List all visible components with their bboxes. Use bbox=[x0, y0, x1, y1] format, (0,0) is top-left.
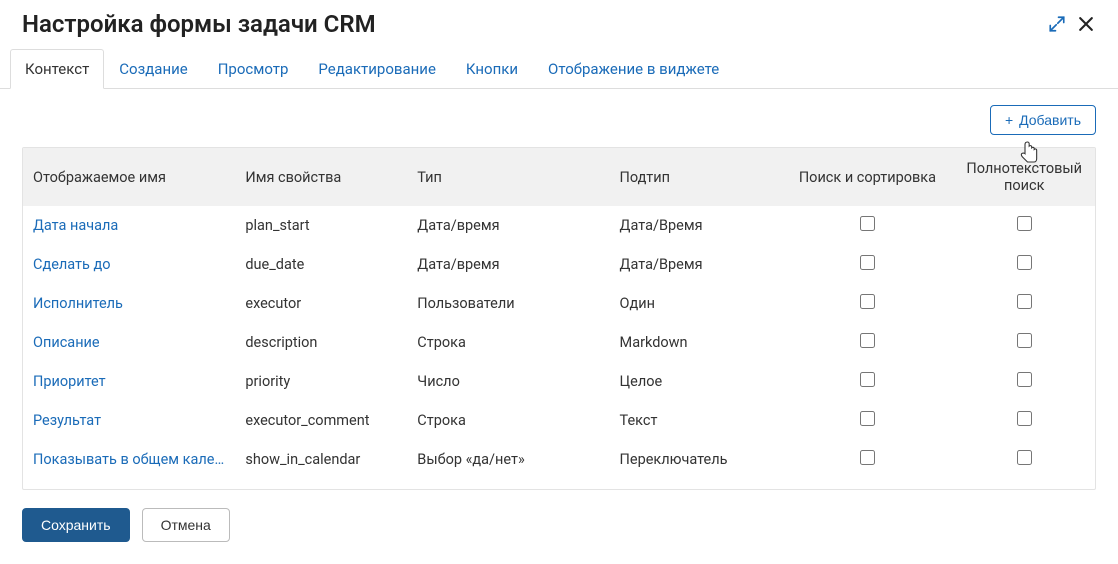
tab-3[interactable]: Редактирование bbox=[303, 49, 451, 89]
fields-table: Отображаемое имя Имя свойства Тип Подтип… bbox=[23, 148, 1095, 479]
row-property-name: due_date bbox=[235, 245, 407, 284]
row-search-cell bbox=[781, 323, 953, 362]
col-type[interactable]: Тип bbox=[407, 148, 609, 206]
search-checkbox[interactable] bbox=[860, 294, 875, 309]
row-display-name[interactable]: Дата начала bbox=[23, 206, 235, 245]
search-checkbox[interactable] bbox=[860, 216, 875, 231]
row-subtype: Один bbox=[610, 284, 782, 323]
row-type: Строка bbox=[407, 401, 609, 440]
modal-header: Настройка формы задачи CRM bbox=[0, 0, 1118, 38]
row-subtype: Дата/Время bbox=[610, 206, 782, 245]
row-fulltext-cell bbox=[953, 323, 1095, 362]
row-fulltext-cell bbox=[953, 206, 1095, 245]
row-type: Дата/время bbox=[407, 245, 609, 284]
expand-icon[interactable] bbox=[1048, 15, 1066, 33]
fulltext-checkbox[interactable] bbox=[1017, 333, 1032, 348]
row-fulltext-cell bbox=[953, 440, 1095, 479]
col-search[interactable]: Поиск и сортировка bbox=[781, 148, 953, 206]
col-prop[interactable]: Имя свойства bbox=[235, 148, 407, 206]
search-checkbox[interactable] bbox=[860, 450, 875, 465]
row-property-name: description bbox=[235, 323, 407, 362]
fulltext-checkbox[interactable] bbox=[1017, 216, 1032, 231]
cancel-button[interactable]: Отмена bbox=[142, 508, 230, 542]
header-controls bbox=[1048, 14, 1096, 34]
row-type: Число bbox=[407, 362, 609, 401]
table-row: Результатexecutor_commentСтрокаТекст bbox=[23, 401, 1095, 440]
row-search-cell bbox=[781, 245, 953, 284]
search-checkbox[interactable] bbox=[860, 372, 875, 387]
row-property-name: priority bbox=[235, 362, 407, 401]
fields-table-scroll[interactable]: Отображаемое имя Имя свойства Тип Подтип… bbox=[23, 148, 1095, 489]
fulltext-checkbox[interactable] bbox=[1017, 450, 1032, 465]
table-header-row: Отображаемое имя Имя свойства Тип Подтип… bbox=[23, 148, 1095, 206]
save-button[interactable]: Сохранить bbox=[22, 508, 130, 542]
table-row: Сделать доdue_dateДата/времяДата/Время bbox=[23, 245, 1095, 284]
fulltext-checkbox[interactable] bbox=[1017, 294, 1032, 309]
row-display-name[interactable]: Показывать в общем кален... bbox=[23, 440, 235, 479]
fulltext-checkbox[interactable] bbox=[1017, 411, 1032, 426]
close-icon[interactable] bbox=[1076, 14, 1096, 34]
modal-title: Настройка формы задачи CRM bbox=[22, 10, 376, 38]
row-search-cell bbox=[781, 440, 953, 479]
table-row: ИсполнительexecutorПользователиОдин bbox=[23, 284, 1095, 323]
row-subtype: Дата/Время bbox=[610, 245, 782, 284]
tab-1[interactable]: Создание bbox=[104, 49, 202, 89]
content-toolbar: + Добавить bbox=[22, 105, 1096, 135]
col-subtype[interactable]: Подтип bbox=[610, 148, 782, 206]
row-fulltext-cell bbox=[953, 284, 1095, 323]
row-display-name[interactable]: Исполнитель bbox=[23, 284, 235, 323]
row-display-name[interactable]: Результат bbox=[23, 401, 235, 440]
table-row: ПриоритетpriorityЧислоЦелое bbox=[23, 362, 1095, 401]
row-search-cell bbox=[781, 206, 953, 245]
plus-icon: + bbox=[1005, 113, 1013, 127]
col-fulltext[interactable]: Полнотекстовый поиск bbox=[953, 148, 1095, 206]
row-fulltext-cell bbox=[953, 401, 1095, 440]
row-property-name: executor bbox=[235, 284, 407, 323]
row-subtype: Markdown bbox=[610, 323, 782, 362]
row-subtype: Целое bbox=[610, 362, 782, 401]
row-property-name: executor_comment bbox=[235, 401, 407, 440]
tab-0[interactable]: Контекст bbox=[10, 49, 104, 89]
modal-footer: Сохранить Отмена bbox=[0, 490, 1118, 564]
tab-content: + Добавить Отображаемое имя Имя свойства… bbox=[0, 89, 1118, 490]
fulltext-checkbox[interactable] bbox=[1017, 372, 1032, 387]
settings-modal: Настройка формы задачи CRM КонтекстСозда… bbox=[0, 0, 1118, 564]
row-fulltext-cell bbox=[953, 362, 1095, 401]
row-display-name[interactable]: Сделать до bbox=[23, 245, 235, 284]
row-type: Выбор «да/нет» bbox=[407, 440, 609, 479]
row-type: Дата/время bbox=[407, 206, 609, 245]
row-property-name: plan_start bbox=[235, 206, 407, 245]
fulltext-checkbox[interactable] bbox=[1017, 255, 1032, 270]
row-search-cell bbox=[781, 401, 953, 440]
row-display-name[interactable]: Приоритет bbox=[23, 362, 235, 401]
fields-table-wrap: Отображаемое имя Имя свойства Тип Подтип… bbox=[22, 147, 1096, 490]
row-subtype: Текст bbox=[610, 401, 782, 440]
row-type: Пользователи bbox=[407, 284, 609, 323]
row-search-cell bbox=[781, 362, 953, 401]
row-property-name: show_in_calendar bbox=[235, 440, 407, 479]
table-row: Дата началаplan_startДата/времяДата/Врем… bbox=[23, 206, 1095, 245]
row-search-cell bbox=[781, 284, 953, 323]
search-checkbox[interactable] bbox=[860, 411, 875, 426]
search-checkbox[interactable] bbox=[860, 333, 875, 348]
col-display[interactable]: Отображаемое имя bbox=[23, 148, 235, 206]
tab-5[interactable]: Отображение в виджете bbox=[533, 49, 734, 89]
table-row: Показывать в общем кален...show_in_calen… bbox=[23, 440, 1095, 479]
tabs: КонтекстСозданиеПросмотрРедактированиеКн… bbox=[0, 38, 1118, 89]
tab-4[interactable]: Кнопки bbox=[451, 49, 533, 89]
search-checkbox[interactable] bbox=[860, 255, 875, 270]
row-fulltext-cell bbox=[953, 245, 1095, 284]
row-subtype: Переключатель bbox=[610, 440, 782, 479]
add-button[interactable]: + Добавить bbox=[990, 105, 1096, 135]
table-row: ОписаниеdescriptionСтрокаMarkdown bbox=[23, 323, 1095, 362]
add-button-label: Добавить bbox=[1019, 112, 1081, 128]
row-type: Строка bbox=[407, 323, 609, 362]
row-display-name[interactable]: Описание bbox=[23, 323, 235, 362]
tab-2[interactable]: Просмотр bbox=[203, 49, 304, 89]
